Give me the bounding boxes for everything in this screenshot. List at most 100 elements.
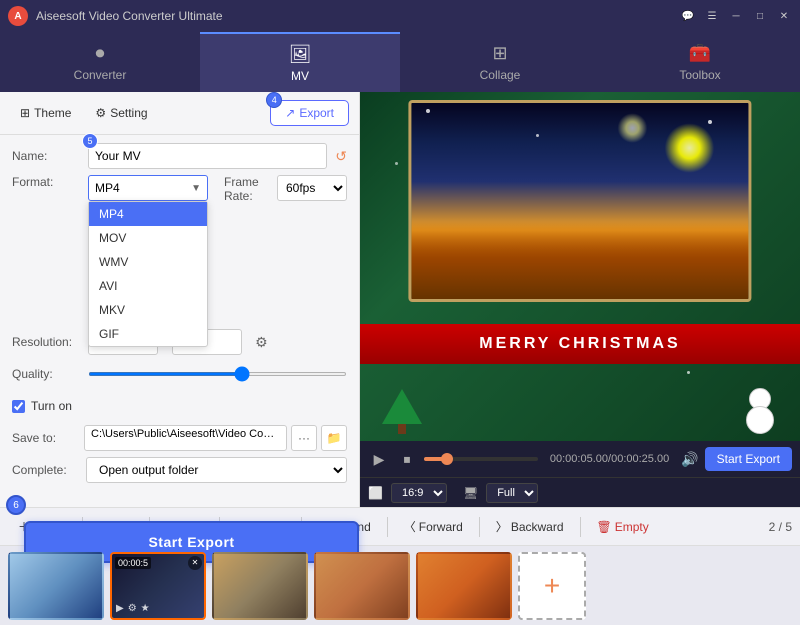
name-field-label: Name: xyxy=(12,149,80,163)
time-total: 00:00:25.00 xyxy=(611,453,669,465)
tab-toolbox[interactable]: 🧰 Toolbox xyxy=(600,32,800,92)
monitor-icon: 🖥 xyxy=(463,486,478,500)
tab-toolbox-label: Toolbox xyxy=(679,68,720,82)
format-option-wmv[interactable]: WMV xyxy=(89,250,207,274)
export-icon: ↗ xyxy=(285,106,295,120)
film-clip-3[interactable] xyxy=(212,552,308,620)
tab-converter[interactable]: ⏺ Converter xyxy=(0,32,200,92)
format-option-mp4[interactable]: MP4 xyxy=(89,202,207,226)
chat-icon[interactable]: 💬 xyxy=(680,8,696,24)
forward-label: Forward xyxy=(419,520,463,534)
fps-select-wrapper: 60fps xyxy=(273,175,347,201)
collage-icon: ⊞ xyxy=(492,43,507,64)
close-icon[interactable]: ✕ xyxy=(776,8,792,24)
saveto-folder-btn[interactable]: 📁 xyxy=(321,425,347,451)
fireworks-display xyxy=(665,123,715,173)
format-option-gif[interactable]: GIF xyxy=(89,322,207,346)
film-favorite-icon[interactable]: ★ xyxy=(141,603,150,614)
refresh-icon[interactable]: ↺ xyxy=(335,148,347,165)
aspect-icon: ⬜ xyxy=(368,486,383,500)
setting-tab[interactable]: ⚙ Setting xyxy=(85,102,157,124)
theme-label: Theme xyxy=(34,106,71,120)
fps-select[interactable]: 60fps xyxy=(277,175,347,201)
film-play-icon[interactable]: ▶ xyxy=(116,603,124,614)
quality-slider[interactable] xyxy=(88,372,347,376)
backward-label: Backward xyxy=(511,520,564,534)
snowman xyxy=(746,388,774,434)
snow-dot xyxy=(708,120,712,124)
menu-icon[interactable]: ☰ xyxy=(704,8,720,24)
backward-button[interactable]: 〉 Backward xyxy=(486,514,574,539)
name-row: Name: ↺ 5 xyxy=(12,143,347,169)
tab-collage[interactable]: ⊞ Collage xyxy=(400,32,600,92)
badge-5: 5 xyxy=(82,133,98,149)
mv-icon: 🖼 xyxy=(289,44,312,65)
app-logo: A xyxy=(8,6,28,26)
film-thumb-bg-5 xyxy=(418,554,510,618)
left-panel: ⊞ Theme ⚙ Setting 4 ↗ Export Name: ↺ xyxy=(0,92,360,507)
divider-5 xyxy=(387,517,388,537)
volume-icon[interactable]: 🔊 xyxy=(681,451,698,468)
titlebar: A Aiseesoft Video Converter Ultimate 💬 ☰… xyxy=(0,0,800,32)
film-clip-1[interactable] xyxy=(8,552,104,620)
nav-tabs: ⏺ Converter 🖼 MV ⊞ Collage 🧰 Toolbox xyxy=(0,32,800,92)
grid-icon: ⊞ xyxy=(20,106,30,120)
snow-dot xyxy=(395,162,398,165)
add-clip-button[interactable]: + xyxy=(518,552,586,620)
format-option-avi[interactable]: AVI xyxy=(89,274,207,298)
film-thumb-bg-1 xyxy=(10,554,102,618)
stop-button[interactable]: ⏹ xyxy=(396,448,418,470)
saveto-more-btn[interactable]: ··· xyxy=(291,425,317,451)
view-mode-select[interactable]: Full xyxy=(486,483,538,503)
maximize-icon[interactable]: □ xyxy=(752,8,768,24)
christmas-card-preview: MERRY CHRISTMAS xyxy=(360,92,800,441)
film-thumb-bg-3 xyxy=(214,554,306,618)
film-clip-2[interactable]: 00:00:5 ✕ ▶ ⚙ ★ xyxy=(110,552,206,620)
tab-mv-label: MV xyxy=(291,69,309,83)
christmas-ribbon: MERRY CHRISTMAS xyxy=(360,324,800,364)
film-clip-5[interactable] xyxy=(416,552,512,620)
quality-label: Quality: xyxy=(12,367,80,381)
complete-row: Complete: Open output folder xyxy=(12,457,347,483)
app-title: Aiseesoft Video Converter Ultimate xyxy=(36,9,680,23)
film-close-2[interactable]: ✕ xyxy=(188,556,202,570)
turnon-checkbox[interactable] xyxy=(12,400,25,413)
tab-collage-label: Collage xyxy=(480,68,521,82)
setting-label: Setting xyxy=(110,106,147,120)
resolution-gear-icon[interactable]: ⚙ xyxy=(250,331,272,353)
main-content: ⊞ Theme ⚙ Setting 4 ↗ Export Name: ↺ xyxy=(0,92,800,507)
minimize-icon[interactable]: ─ xyxy=(728,8,744,24)
video-preview: MERRY CHRISTMAS xyxy=(360,92,800,441)
start-export-right-button[interactable]: Start Export xyxy=(705,447,792,471)
forward-button[interactable]: 〈 Forward xyxy=(394,514,473,539)
aspect-ratio-select[interactable]: 16:9 xyxy=(391,483,447,503)
format-option-mkv[interactable]: MKV xyxy=(89,298,207,322)
saveto-label: Save to: xyxy=(12,431,80,445)
filmstrip: 00:00:5 ✕ ▶ ⚙ ★ + xyxy=(0,545,800,625)
empty-button[interactable]: 🗑 Empty xyxy=(587,516,659,538)
progress-thumb xyxy=(441,453,453,465)
play-button[interactable]: ▶ xyxy=(368,448,390,470)
film-thumb-bg-4 xyxy=(316,554,408,618)
window-controls: 💬 ☰ ─ □ ✕ xyxy=(680,8,792,24)
controls-bar: ▶ ⏹ 00:00:05.00/00:00:25.00 🔊 Start Expo… xyxy=(360,441,800,477)
export-label: Export xyxy=(299,106,334,120)
turnon-row: Turn on xyxy=(12,393,347,419)
snow-dot xyxy=(536,134,539,137)
ribbon-text: MERRY CHRISTMAS xyxy=(479,335,680,353)
name-input[interactable] xyxy=(88,143,327,169)
theme-tab[interactable]: ⊞ Theme xyxy=(10,102,81,124)
film-clip-4[interactable] xyxy=(314,552,410,620)
progress-bar[interactable] xyxy=(424,457,538,461)
badge-6: 6 xyxy=(6,495,26,515)
complete-select[interactable]: Open output folder xyxy=(86,457,347,483)
city-lights xyxy=(411,221,748,300)
format-select[interactable]: MP4 ▼ xyxy=(88,175,208,201)
empty-label: Empty xyxy=(615,520,649,534)
quality-row: Quality: xyxy=(12,361,347,387)
format-option-mov[interactable]: MOV xyxy=(89,226,207,250)
film-settings-icon[interactable]: ⚙ xyxy=(128,603,137,614)
tab-mv[interactable]: 🖼 MV xyxy=(200,32,400,92)
saveto-row: Save to: C:\Users\Public\Aiseesoft\Video… xyxy=(12,425,347,451)
export-tab[interactable]: ↗ Export xyxy=(270,100,349,126)
